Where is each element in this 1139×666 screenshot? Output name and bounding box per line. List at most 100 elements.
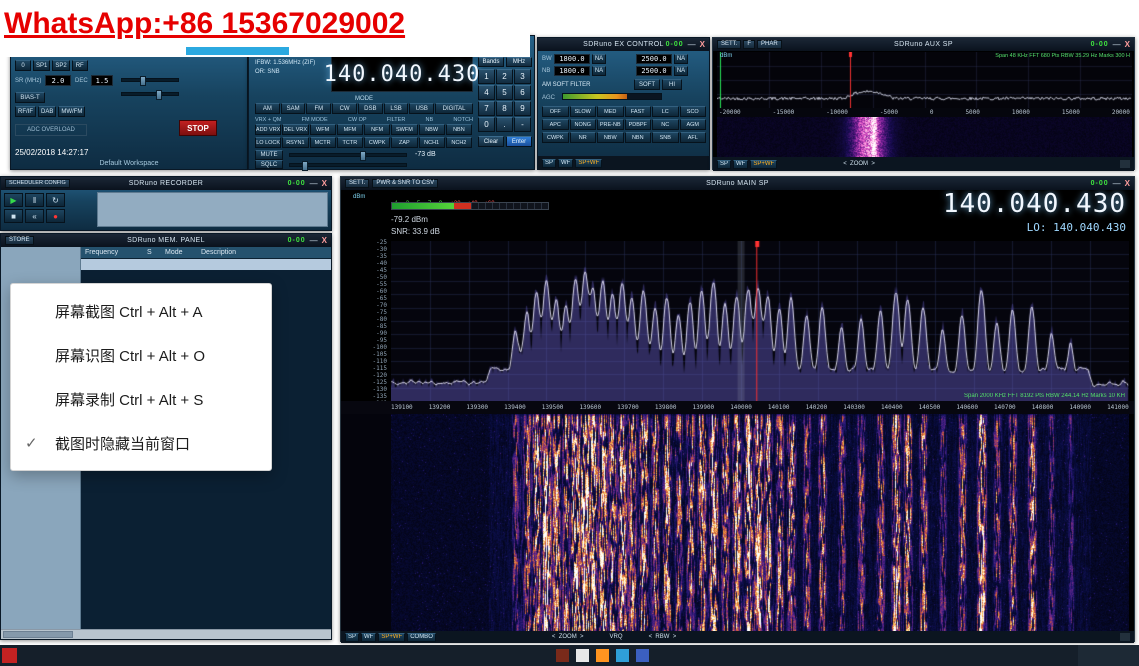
menu-item-screen-ocr[interactable]: 屏幕识图 Ctrl + Alt + O <box>11 333 271 377</box>
main-side-button[interactable]: DAB <box>38 106 56 117</box>
bands-button[interactable]: Bands <box>478 57 504 67</box>
display-mode-button[interactable]: SP+WF <box>575 159 602 168</box>
close-button[interactable]: X <box>322 180 327 188</box>
title-bar[interactable]: SETT.FPHAR SDRuno AUX SP 0-00 — X <box>713 38 1134 51</box>
sett-button[interactable]: SETT. <box>345 179 369 188</box>
mode-button[interactable]: LSB <box>384 103 409 114</box>
rbw-control[interactable]: < RBW > <box>649 634 677 640</box>
main-top-button[interactable]: 0 <box>15 60 31 71</box>
display-mode-button[interactable]: WF <box>558 159 573 168</box>
keypad-key[interactable]: 4 <box>478 85 495 100</box>
soft-button[interactable]: SOFT <box>634 79 660 90</box>
previous-icon[interactable]: « <box>25 209 44 223</box>
rx-button[interactable]: SWFM <box>391 124 417 135</box>
rf-gain-slider[interactable] <box>121 78 179 82</box>
stop-button[interactable]: STOP <box>179 120 217 136</box>
rx-button[interactable]: NBN <box>446 124 472 135</box>
keypad-key[interactable]: 5 <box>496 85 513 100</box>
keypad-key[interactable]: 8 <box>496 101 513 116</box>
na-button[interactable]: NA <box>592 66 606 76</box>
keypad-key[interactable]: 9 <box>514 101 531 116</box>
ex-button[interactable]: APC <box>542 119 569 130</box>
display-mode-button[interactable]: SP <box>345 633 359 642</box>
ex-button[interactable]: PRE-NB <box>597 119 624 130</box>
ex-button[interactable]: LC <box>652 106 679 117</box>
selected-row[interactable] <box>81 259 331 270</box>
na-button[interactable]: NA <box>674 66 688 76</box>
if-gain-slider[interactable] <box>121 92 179 96</box>
squelch-slider[interactable] <box>289 163 407 167</box>
mode-button[interactable]: DIGITAL <box>435 103 473 114</box>
rx-button[interactable]: ZAP <box>391 137 417 148</box>
bias-t-button[interactable]: BIAS-T <box>15 92 45 103</box>
ex-button[interactable]: SNB <box>652 132 679 143</box>
ex-button[interactable]: AGM <box>680 119 707 130</box>
stop-icon[interactable]: ■ <box>4 209 23 223</box>
ex-button[interactable]: NR <box>570 132 597 143</box>
keypad-key[interactable]: 1 <box>478 69 495 84</box>
na-button[interactable]: NA <box>674 54 688 64</box>
keypad-key[interactable]: 2 <box>496 69 513 84</box>
rx-button[interactable]: MFM <box>337 124 363 135</box>
display-mode-button[interactable]: COMBO <box>407 633 436 642</box>
minimize-button[interactable]: — <box>1113 180 1121 188</box>
display-mode-button[interactable]: SP+WF <box>750 160 777 169</box>
title-bar-button[interactable]: SETT. <box>717 40 741 49</box>
keypad-key[interactable]: 6 <box>514 85 531 100</box>
ex-button[interactable]: MED <box>597 106 624 117</box>
rx-button[interactable]: WFM <box>310 124 336 135</box>
close-button[interactable]: X <box>700 41 705 49</box>
mode-button[interactable]: CW <box>332 103 357 114</box>
keypad-key[interactable]: . <box>496 117 513 132</box>
minimize-button[interactable]: — <box>310 237 318 245</box>
pwr-snr-csv-button[interactable]: PWR & SNR TO CSV <box>372 179 438 188</box>
zoom-control[interactable]: < ZOOM > <box>843 161 875 167</box>
ex-button[interactable]: NBN <box>625 132 652 143</box>
store-button[interactable]: STORE <box>5 236 34 245</box>
mode-button[interactable]: AM <box>255 103 280 114</box>
ex-button[interactable]: PDBPF <box>625 119 652 130</box>
zoom-control[interactable]: < ZOOM > <box>552 634 584 640</box>
rx-button[interactable]: NCH1 <box>419 137 445 148</box>
main-waterfall[interactable] <box>391 414 1129 631</box>
keypad-key[interactable]: 3 <box>514 69 531 84</box>
display-mode-button[interactable]: WF <box>733 160 748 169</box>
sqlc-button[interactable]: SQLC <box>255 160 283 169</box>
aux-spectrum[interactable]: dBm Span 48 KHz FFT 680 Pts RBW 35.29 Hz… <box>717 52 1132 108</box>
title-bar[interactable]: SDRuno EX CONTROL 0-00 — X <box>538 38 709 51</box>
rx-button[interactable]: ADD VRX <box>255 124 281 135</box>
mode-button[interactable]: FM <box>306 103 331 114</box>
rx-button[interactable]: NFM <box>364 124 390 135</box>
hi-button[interactable]: HI <box>662 79 682 90</box>
rx-button[interactable]: RSYN1 <box>282 137 308 148</box>
close-button[interactable]: X <box>322 237 327 245</box>
volume-slider[interactable] <box>289 153 407 157</box>
scheduler-config-button[interactable]: SCHEDULER CONFIG <box>5 179 70 188</box>
display-mode-button[interactable]: SP <box>542 159 556 168</box>
ex-button[interactable]: CWPK <box>542 132 569 143</box>
main-spectrum[interactable]: Span 2000 KHz FFT 8192 Pts RBW 244.14 Hz… <box>391 241 1129 401</box>
mode-button[interactable]: DSB <box>358 103 383 114</box>
enter-button[interactable]: Enter <box>506 136 532 147</box>
main-top-button[interactable]: SP1 <box>33 60 50 71</box>
na-button[interactable]: NA <box>592 54 606 64</box>
mode-button[interactable]: SAM <box>281 103 306 114</box>
rx-button[interactable]: LO LOCK <box>255 137 281 148</box>
rx-button[interactable]: DEL VRX <box>282 124 308 135</box>
title-bar[interactable]: SETT. PWR & SNR TO CSV SDRuno MAIN SP 0-… <box>341 177 1134 190</box>
display-mode-button[interactable]: SP+WF <box>378 633 405 642</box>
mute-button[interactable]: MUTE <box>255 150 283 160</box>
menu-item-hide-window[interactable]: ✓ 截图时隐藏当前窗口 <box>11 421 271 465</box>
pause-icon[interactable]: ‖ <box>25 193 44 207</box>
keypad-key[interactable]: - <box>514 117 531 132</box>
ex-button[interactable]: SLOW <box>570 106 597 117</box>
clear-button[interactable]: Clear <box>478 136 504 147</box>
mode-button[interactable]: USB <box>409 103 434 114</box>
aux-waterfall[interactable] <box>717 117 1132 157</box>
loop-icon[interactable]: ↻ <box>46 193 65 207</box>
corner-resize[interactable] <box>1120 160 1130 168</box>
rx-button[interactable]: NCH2 <box>446 137 472 148</box>
frequency-display[interactable]: 140.040.430 <box>331 56 473 92</box>
close-button[interactable]: X <box>1125 180 1130 188</box>
minimize-button[interactable]: — <box>688 41 696 49</box>
